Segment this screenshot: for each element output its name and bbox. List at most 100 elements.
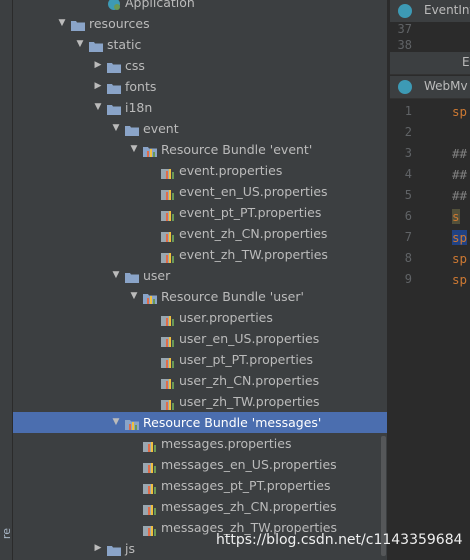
tree-item[interactable]: ▼ Resource Bundle 'messages' bbox=[13, 412, 387, 433]
line-number: 8 bbox=[404, 251, 412, 265]
editor-tab-webmvc[interactable]: WebMv bbox=[390, 76, 470, 99]
class-icon bbox=[398, 80, 412, 94]
tree-item[interactable]: messages_zh_CN.properties bbox=[13, 496, 387, 517]
line-number: 6 bbox=[404, 209, 412, 223]
line-number: 4 bbox=[404, 167, 412, 181]
properties-file-icon bbox=[161, 248, 175, 263]
properties-file-icon bbox=[143, 521, 157, 536]
chevron-down-icon[interactable]: ▼ bbox=[129, 139, 139, 160]
line-number: 5 bbox=[404, 188, 412, 202]
tree-item[interactable]: user_zh_TW.properties bbox=[13, 391, 387, 412]
chevron-right-icon[interactable]: ▶ bbox=[93, 76, 103, 97]
code-line[interactable]: sp bbox=[452, 251, 467, 266]
tree-item[interactable]: user_pt_PT.properties bbox=[13, 349, 387, 370]
tree-item-label: user_en_US.properties bbox=[179, 331, 320, 346]
tree-item[interactable]: user.properties bbox=[13, 307, 387, 328]
line-number: 1 bbox=[404, 104, 412, 118]
tree-item-label: event_pt_PT.properties bbox=[179, 205, 322, 220]
properties-file-icon bbox=[143, 500, 157, 515]
line-number: 38 bbox=[397, 38, 412, 52]
tree-item[interactable]: ▶ css bbox=[13, 55, 387, 76]
chevron-down-icon[interactable]: ▼ bbox=[111, 265, 121, 286]
code-line[interactable]: ## bbox=[452, 167, 467, 182]
tree-item-label: Resource Bundle 'user' bbox=[161, 289, 304, 304]
project-tree[interactable]: Application ▼ resources ▼ static ▶ css ▶ fonts ▼ i… bbox=[13, 0, 387, 560]
resource-bundle-icon bbox=[143, 290, 157, 304]
chevron-down-icon[interactable]: ▼ bbox=[57, 13, 67, 34]
properties-file-icon bbox=[161, 164, 175, 179]
chevron-right-icon[interactable]: ▶ bbox=[93, 55, 103, 76]
folder-icon bbox=[125, 269, 139, 283]
properties-file-icon bbox=[161, 206, 175, 221]
code-line[interactable]: ## bbox=[452, 188, 467, 203]
editor-area: EventInf 37 38 E WebMv 1 sp 2 3 ## 4 ## 5 ## 6 s 7 s… bbox=[390, 0, 470, 560]
chevron-down-icon[interactable]: ▼ bbox=[129, 286, 139, 307]
folder-icon bbox=[107, 59, 121, 73]
left-tool-strip: re bbox=[0, 0, 13, 560]
tree-item[interactable]: user_en_US.properties bbox=[13, 328, 387, 349]
line-number: 7 bbox=[404, 230, 412, 244]
tree-item[interactable]: ▼ i18n bbox=[13, 97, 387, 118]
tree-item[interactable]: event_zh_TW.properties bbox=[13, 244, 387, 265]
chevron-right-icon[interactable]: ▶ bbox=[93, 538, 103, 559]
tree-item-label: css bbox=[125, 58, 145, 73]
tree-item[interactable]: ▶ fonts bbox=[13, 76, 387, 97]
tree-item[interactable]: ▼ event bbox=[13, 118, 387, 139]
tree-item[interactable]: ▼ Resource Bundle 'user' bbox=[13, 286, 387, 307]
properties-file-icon bbox=[161, 353, 175, 368]
tree-item-label: static bbox=[107, 37, 142, 52]
tree-item[interactable]: event_en_US.properties bbox=[13, 181, 387, 202]
tree-item[interactable]: messages.properties bbox=[13, 433, 387, 454]
tree-item-label: user_zh_CN.properties bbox=[179, 373, 320, 388]
watermark: https://blog.csdn.net/c1143359684 bbox=[216, 532, 463, 548]
tree-item[interactable]: user_zh_CN.properties bbox=[13, 370, 387, 391]
properties-file-icon bbox=[161, 185, 175, 200]
code-line[interactable]: ## bbox=[452, 146, 467, 161]
folder-icon bbox=[71, 17, 85, 31]
tree-item[interactable]: event_pt_PT.properties bbox=[13, 202, 387, 223]
chevron-down-icon[interactable]: ▼ bbox=[75, 34, 85, 55]
tree-item[interactable]: messages_en_US.properties bbox=[13, 454, 387, 475]
tree-item-label: messages_pt_PT.properties bbox=[161, 478, 331, 493]
tree-item-label: user bbox=[143, 268, 171, 283]
chevron-down-icon[interactable]: ▼ bbox=[111, 412, 121, 433]
tree-item-label: Resource Bundle 'event' bbox=[161, 142, 313, 157]
tree-item[interactable]: Application bbox=[13, 0, 387, 13]
resource-bundle-icon bbox=[143, 143, 157, 157]
code-line[interactable]: sp bbox=[452, 230, 468, 245]
code-line[interactable]: sp bbox=[452, 272, 467, 287]
spring-boot-icon bbox=[107, 0, 121, 10]
tree-item[interactable]: event_zh_CN.properties bbox=[13, 223, 387, 244]
side-tool-label[interactable]: re bbox=[0, 528, 13, 539]
code-line[interactable]: s bbox=[452, 209, 460, 224]
tree-item-label: event.properties bbox=[179, 163, 283, 178]
tree-item-label: i18n bbox=[125, 100, 153, 115]
line-number: 2 bbox=[404, 125, 412, 139]
tree-item-label: event_en_US.properties bbox=[179, 184, 328, 199]
editor-tab-second[interactable]: E bbox=[390, 52, 470, 75]
tree-item[interactable]: ▼ static bbox=[13, 34, 387, 55]
editor-tab-top[interactable]: EventInf bbox=[390, 0, 470, 23]
folder-icon bbox=[107, 542, 121, 556]
tree-item-label: js bbox=[125, 541, 135, 556]
tree-item[interactable]: messages_pt_PT.properties bbox=[13, 475, 387, 496]
folder-icon bbox=[125, 122, 139, 136]
tree-item[interactable]: ▼ user bbox=[13, 265, 387, 286]
tree-item[interactable]: ▼ resources bbox=[13, 13, 387, 34]
tree-item-label: event_zh_TW.properties bbox=[179, 247, 328, 262]
tree-item[interactable]: ▼ Resource Bundle 'event' bbox=[13, 139, 387, 160]
properties-file-icon bbox=[161, 227, 175, 242]
code-line[interactable]: sp bbox=[452, 104, 467, 119]
properties-file-icon bbox=[143, 479, 157, 494]
tree-item[interactable]: event.properties bbox=[13, 160, 387, 181]
line-number: 37 bbox=[397, 22, 412, 36]
chevron-down-icon[interactable]: ▼ bbox=[93, 97, 103, 118]
tree-item-label: Resource Bundle 'messages' bbox=[143, 415, 322, 430]
tree-item-label: event bbox=[143, 121, 179, 136]
properties-file-icon bbox=[143, 458, 157, 473]
top-editor-lines: 37 38 bbox=[390, 22, 470, 52]
code-view[interactable]: 1 sp 2 3 ## 4 ## 5 ## 6 s 7 sp 8 sp 9 sp bbox=[390, 100, 470, 300]
chevron-down-icon[interactable]: ▼ bbox=[111, 118, 121, 139]
tab-label: E bbox=[462, 55, 470, 69]
class-icon bbox=[398, 4, 412, 18]
